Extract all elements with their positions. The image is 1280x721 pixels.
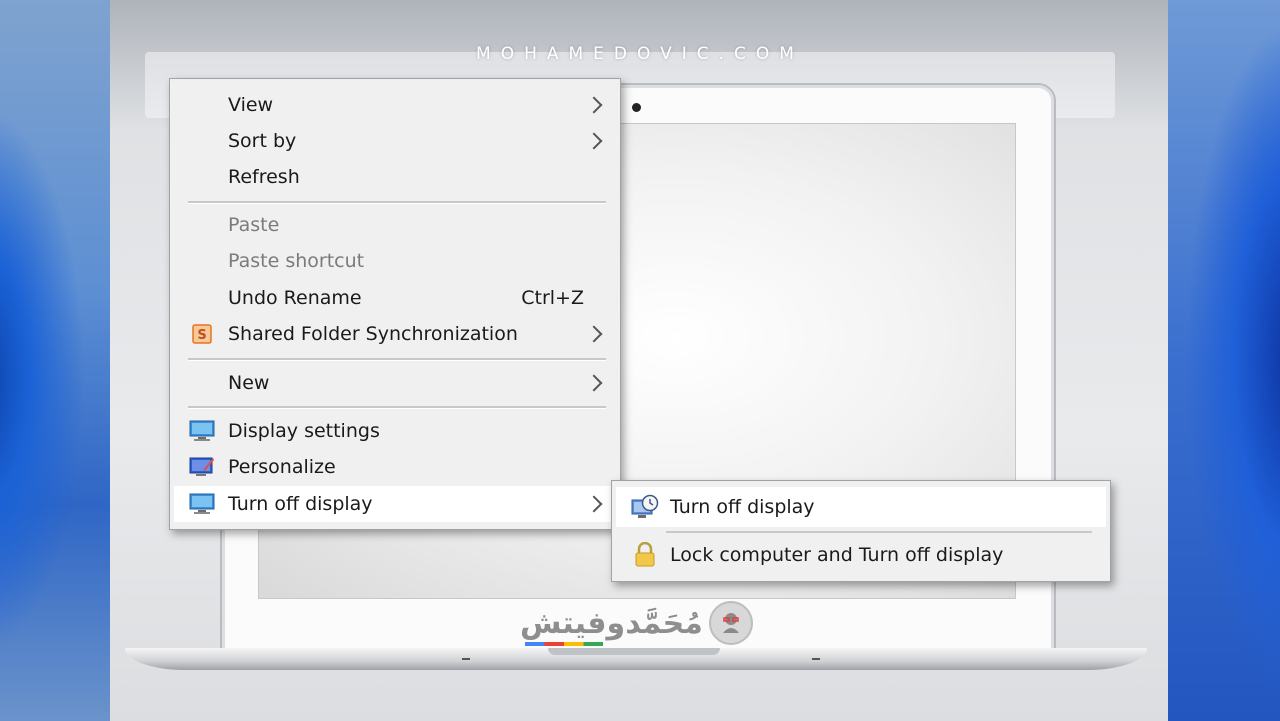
shortcut-text: Ctrl+Z <box>521 287 584 309</box>
menu-item-label: Paste shortcut <box>228 250 365 272</box>
menu-item-view[interactable]: View <box>174 87 616 123</box>
menu-item-label: Turn off display <box>228 493 373 515</box>
wallpaper-right <box>1168 0 1280 721</box>
clock-monitor-icon <box>630 492 660 522</box>
laptop-foot <box>812 658 820 660</box>
menu-item-label: Paste <box>228 214 280 236</box>
laptop-notch <box>548 648 720 655</box>
chevron-right-icon <box>585 325 603 343</box>
menu-item-turn-off-display[interactable]: Turn off display <box>174 486 616 522</box>
menu-separator <box>188 406 606 409</box>
menu-item-undo-rename[interactable]: Undo Rename Ctrl+Z <box>174 280 616 316</box>
menu-separator <box>188 358 606 361</box>
menu-item-label: Personalize <box>228 456 336 478</box>
menu-item-label: Undo Rename <box>228 287 362 309</box>
menu-item-label: Sort by <box>228 130 297 152</box>
chevron-right-icon <box>585 96 603 114</box>
menu-item-display-settings[interactable]: Display settings <box>174 413 616 449</box>
menu-item-label: View <box>228 94 274 116</box>
brand-color-underline <box>525 642 603 646</box>
menu-item-refresh[interactable]: Refresh <box>174 159 616 195</box>
brand-logo-group: مُحَمَّدوفيتش <box>520 600 753 646</box>
turn-off-display-submenu: Turn off display Lock computer and Turn … <box>611 480 1111 582</box>
desktop-context-menu: View Sort by Refresh Paste Paste shortcu… <box>169 78 621 530</box>
submenu-item-lock-and-turn-off[interactable]: Lock computer and Turn off display <box>616 535 1106 575</box>
monitor-icon <box>188 490 216 518</box>
padlock-icon <box>630 540 660 570</box>
menu-item-paste: Paste <box>174 207 616 243</box>
shared-folder-sync-icon: S <box>188 320 216 348</box>
laptop-foot <box>462 658 470 660</box>
personalize-icon <box>188 453 216 481</box>
menu-item-label: Display settings <box>228 420 380 442</box>
avatar-logo-icon <box>708 601 753 645</box>
menu-item-new[interactable]: New <box>174 365 616 401</box>
monitor-icon <box>188 417 216 445</box>
menu-separator <box>188 201 606 204</box>
menu-item-label: Shared Folder Synchronization <box>228 323 518 345</box>
submenu-item-turn-off-display[interactable]: Turn off display <box>616 487 1106 527</box>
menu-item-sort-by[interactable]: Sort by <box>174 123 616 159</box>
wallpaper-left <box>0 0 110 721</box>
brand-arabic-text: مُحَمَّدوفيتش <box>520 605 703 641</box>
chevron-right-icon <box>585 374 603 392</box>
site-watermark: MOHAMEDOVIC.COM <box>476 44 804 64</box>
menu-item-shared-folder-sync[interactable]: S Shared Folder Synchronization <box>174 316 616 352</box>
menu-item-label: Refresh <box>228 166 300 188</box>
menu-item-personalize[interactable]: Personalize <box>174 449 616 485</box>
chevron-right-icon <box>585 132 603 150</box>
submenu-item-label: Turn off display <box>670 496 815 518</box>
svg-text:S: S <box>197 328 206 343</box>
menu-separator <box>666 531 1092 533</box>
submenu-item-label: Lock computer and Turn off display <box>670 544 1004 566</box>
webcam-dot <box>632 103 641 112</box>
menu-item-paste-shortcut: Paste shortcut <box>174 243 616 279</box>
menu-item-label: New <box>228 372 270 394</box>
chevron-right-icon <box>585 495 603 513</box>
